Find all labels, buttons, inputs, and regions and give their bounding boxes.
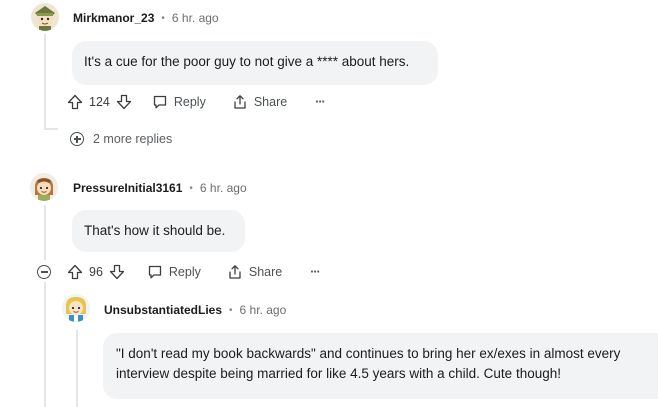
vote-count: 124: [89, 95, 110, 109]
reply-button[interactable]: Reply: [152, 94, 206, 110]
comment-body: It's a cue for the poor guy to not give …: [72, 41, 438, 85]
upvote-button[interactable]: [67, 94, 83, 110]
downvote-icon: [109, 264, 125, 280]
upvote-icon: [67, 94, 83, 110]
comment-text: It's a cue for the poor guy to not give …: [84, 54, 410, 69]
more-options-button[interactable]: ···: [310, 265, 320, 279]
share-button[interactable]: Share: [227, 264, 282, 280]
share-icon: [229, 265, 241, 279]
more-options-button[interactable]: ···: [315, 95, 325, 109]
thread-line: [44, 292, 46, 407]
thread-line: [44, 128, 58, 130]
collapse-thread-button[interactable]: [37, 265, 51, 279]
username[interactable]: Mirkmanor_23: [73, 11, 154, 25]
downvote-button[interactable]: [116, 94, 132, 110]
share-label: Share: [253, 95, 288, 109]
share-icon: [234, 95, 246, 109]
avatar[interactable]: [31, 3, 59, 31]
thread-line: [44, 34, 46, 130]
more-replies-button[interactable]: 2 more replies: [70, 132, 172, 146]
separator-dot: •: [189, 182, 193, 194]
downvote-icon: [116, 94, 132, 110]
share-label: Share: [248, 265, 283, 279]
reply-button[interactable]: Reply: [147, 264, 201, 280]
comment-actions: 124 Reply Share ···: [67, 94, 326, 110]
reply-label: Reply: [173, 95, 206, 109]
thread-line: [76, 330, 78, 407]
reply-icon: [153, 95, 167, 109]
upvote-button[interactable]: [67, 264, 83, 280]
comment-meta: PressureInitial3161 • 6 hr. ago: [73, 181, 247, 195]
timestamp[interactable]: 6 hr. ago: [240, 303, 287, 317]
upvote-icon: [67, 264, 83, 280]
timestamp[interactable]: 6 hr. ago: [200, 181, 247, 195]
comment-text: That's how it should be.: [84, 223, 226, 238]
avatar[interactable]: [30, 173, 58, 201]
username[interactable]: UnsubstantiatedLies: [104, 303, 222, 317]
thread-line: [44, 205, 46, 260]
comment-meta: UnsubstantiatedLies • 6 hr. ago: [104, 303, 286, 317]
comment-meta: Mirkmanor_23 • 6 hr. ago: [73, 11, 219, 25]
timestamp[interactable]: 6 hr. ago: [172, 11, 219, 25]
share-button[interactable]: Share: [232, 94, 287, 110]
more-options-icon: ···: [310, 265, 320, 279]
avatar[interactable]: [62, 294, 90, 322]
reply-icon: [148, 265, 162, 279]
more-options-icon: ···: [315, 95, 325, 109]
vote-count: 96: [89, 265, 103, 279]
username[interactable]: PressureInitial3161: [73, 181, 182, 195]
comment-body: That's how it should be.: [72, 210, 245, 252]
comment-text: "I don't read my book backwards" and con…: [116, 346, 621, 381]
plus-circle-icon: [70, 132, 84, 146]
separator-dot: •: [161, 12, 165, 24]
comment-body: "I don't read my book backwards" and con…: [103, 333, 658, 399]
downvote-button[interactable]: [109, 264, 125, 280]
separator-dot: •: [229, 304, 233, 316]
comment-actions: 96 Reply Share ···: [37, 264, 321, 280]
reply-label: Reply: [168, 265, 201, 279]
minus-circle-icon: [37, 265, 51, 279]
more-replies-label: 2 more replies: [93, 132, 173, 146]
